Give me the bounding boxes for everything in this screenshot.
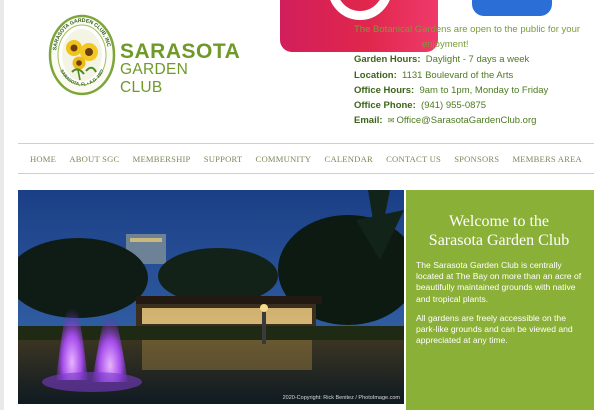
main-nav: HOME ABOUT SGC MEMBERSHIP SUPPORT COMMUN… (18, 143, 594, 174)
tagline-line1: The Botanical Gardens are open to the pu… (354, 24, 581, 35)
info-value: 1131 Boulevard of the Arts (402, 69, 514, 81)
site-logo[interactable]: SARASOTA GARDEN CLUB, INC SARASOTA, FL •… (48, 14, 240, 98)
info-value: (941) 955-0875 (421, 100, 487, 112)
info-row-email: Email: ✉ Office@SarasotaGardenClub.org (354, 113, 594, 128)
contact-info: The Botanical Gardens are open to the pu… (354, 22, 594, 128)
welcome-title: Welcome to the Sarasota Garden Club (416, 212, 582, 250)
info-label: Garden Hours: (354, 54, 421, 66)
info-row-location: Location: 1131 Boulevard of the Arts (354, 68, 594, 83)
info-label: Office Phone: (354, 100, 416, 112)
nav-community[interactable]: COMMUNITY (256, 154, 312, 164)
welcome-title-line2: Sarasota Garden Club (428, 232, 570, 249)
hero-photo: 2020-Copyright: Rick Benitez / PhotoImag… (18, 190, 404, 404)
nav-home[interactable]: HOME (30, 154, 56, 164)
facebook-icon[interactable] (472, 0, 552, 16)
info-label: Location: (354, 69, 397, 81)
nav-sponsors[interactable]: SPONSORS (454, 154, 499, 164)
info-label: Office Hours: (354, 84, 415, 96)
nav-about-sgc[interactable]: ABOUT SGC (69, 154, 119, 164)
garden-night-scene-image (18, 190, 404, 404)
nav-membership[interactable]: MEMBERSHIP (133, 154, 191, 164)
email-link[interactable]: Office@SarasotaGardenClub.org (397, 115, 537, 126)
info-value: Daylight - 7 days a week (425, 54, 530, 66)
photo-credit: 2020-Copyright: Rick Benitez / PhotoImag… (282, 395, 400, 401)
page: SARASOTA GARDEN CLUB, INC SARASOTA, FL •… (4, 0, 598, 410)
info-value: 9am to 1pm, Monday to Friday (419, 84, 549, 96)
welcome-paragraph-1: The Sarasota Garden Club is centrally lo… (416, 260, 582, 304)
instagram-ring-icon (328, 0, 392, 20)
mail-icon: ✉ (387, 116, 395, 126)
brand-name-line2: GARDEN CLUB (120, 61, 189, 96)
nav-calendar[interactable]: CALENDAR (325, 154, 373, 164)
info-label: Email: (354, 115, 383, 127)
nav-members-area[interactable]: MEMBERS AREA (512, 154, 582, 164)
welcome-panel: Welcome to the Sarasota Garden Club The … (406, 190, 594, 410)
tagline-line2: enjoyment! (422, 39, 469, 51)
welcome-paragraph-2: All gardens are freely accessible on the… (416, 312, 573, 346)
nav-support[interactable]: SUPPORT (204, 154, 243, 164)
welcome-title-line1: Welcome to the (448, 213, 549, 230)
garden-club-seal-logo: SARASOTA GARDEN CLUB, INC SARASOTA, FL •… (48, 14, 116, 96)
nav-contact-us[interactable]: CONTACT US (386, 154, 441, 164)
info-row-garden-hours: Garden Hours: Daylight - 7 days a week (354, 52, 594, 67)
info-row-office-hours: Office Hours: 9am to 1pm, Monday to Frid… (354, 83, 594, 98)
info-row-office-phone: Office Phone: (941) 955-0875 (354, 98, 594, 113)
